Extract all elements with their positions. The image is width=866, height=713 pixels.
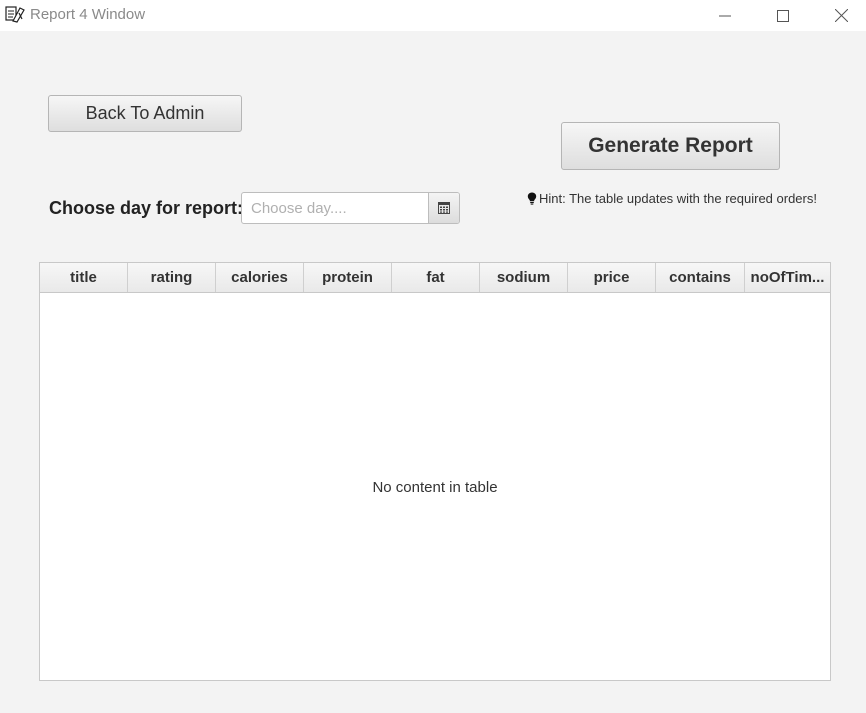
column-header-protein[interactable]: protein	[304, 263, 392, 292]
app-icon	[5, 6, 25, 23]
title-bar: Report 4 Window	[0, 0, 866, 31]
close-icon	[834, 9, 848, 22]
lightbulb-icon	[527, 192, 537, 205]
calendar-icon	[438, 202, 450, 214]
column-header-calories[interactable]: calories	[216, 263, 304, 292]
column-header-rating[interactable]: rating	[128, 263, 216, 292]
report-table[interactable]: title rating calories protein fat sodium…	[39, 262, 831, 681]
window-title: Report 4 Window	[30, 6, 146, 23]
column-header-no-of-times[interactable]: noOfTim...	[745, 263, 830, 292]
close-button[interactable]	[818, 0, 864, 31]
generate-report-button[interactable]: Generate Report	[561, 122, 780, 170]
maximize-icon	[777, 9, 789, 22]
hint-text: Hint: The table updates with the require…	[539, 191, 817, 206]
column-header-sodium[interactable]: sodium	[480, 263, 568, 292]
minimize-button[interactable]	[702, 0, 748, 31]
column-header-title[interactable]: title	[40, 263, 128, 292]
empty-table-placeholder: No content in table	[372, 479, 498, 496]
column-header-contains[interactable]: contains	[656, 263, 745, 292]
maximize-button[interactable]	[760, 0, 806, 31]
calendar-button[interactable]	[428, 193, 459, 223]
minimize-icon	[719, 15, 731, 16]
column-header-price[interactable]: price	[568, 263, 656, 292]
hint: Hint: The table updates with the require…	[527, 191, 817, 206]
table-header: title rating calories protein fat sodium…	[40, 263, 830, 293]
date-picker[interactable]	[241, 192, 460, 224]
date-input[interactable]	[242, 193, 428, 223]
back-to-admin-button[interactable]: Back To Admin	[48, 95, 242, 132]
choose-day-label: Choose day for report:	[49, 198, 244, 218]
column-header-fat[interactable]: fat	[392, 263, 480, 292]
